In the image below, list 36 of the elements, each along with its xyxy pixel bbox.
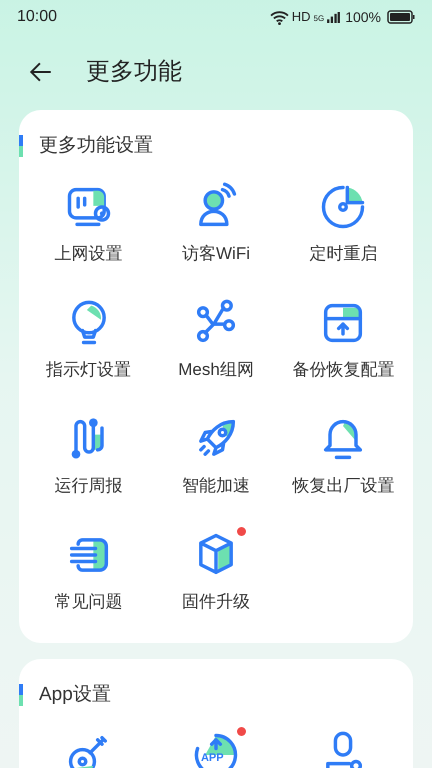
feature-label: 恢复出厂设置 [292, 474, 394, 496]
feature-label: 固件升级 [182, 590, 250, 612]
title-marker [19, 135, 23, 158]
feature-item[interactable]: Mesh组网 [152, 284, 280, 400]
feature-label: 指示灯设置 [46, 358, 132, 380]
feature-label: 访客WiFi [182, 242, 250, 264]
feature-label: 常见问题 [54, 590, 123, 612]
feature-label: 智能加速 [182, 474, 250, 496]
feature-item[interactable]: 指示灯设置 [25, 284, 152, 400]
feature-item[interactable]: APP [152, 717, 280, 768]
cellular-type: 5G [314, 12, 324, 24]
title-marker [19, 684, 23, 706]
feature-label: Mesh组网 [178, 358, 254, 380]
feature-item[interactable]: 备份恢复配置 [280, 284, 407, 400]
feature-item[interactable]: 智能加速 [152, 400, 280, 516]
feature-label: 备份恢复配置 [292, 358, 394, 380]
feature-item[interactable]: 固件升级 [152, 516, 280, 632]
feature-label: 运行周报 [54, 474, 123, 496]
section-title: App设置 [39, 682, 111, 706]
feature-label: 定时重启 [309, 242, 378, 264]
icon-caption: APP [200, 753, 224, 764]
battery-percent: 100% [345, 8, 381, 26]
feature-item[interactable]: 上网设置 [25, 168, 152, 284]
status-time: 10:00 [17, 7, 58, 27]
wifi-icon [270, 10, 289, 24]
page-title: 更多功能 [86, 57, 182, 87]
network-type: HD [292, 8, 311, 26]
feature-item[interactable]: 运行周报 [25, 400, 152, 516]
signal-icon [327, 12, 340, 22]
feature-label: 上网设置 [54, 242, 123, 264]
feature-item[interactable]: 常见问题 [25, 516, 152, 632]
feature-item[interactable]: 访客WiFi [152, 168, 280, 284]
feature-item[interactable]: 定时重启 [280, 168, 407, 284]
section-title: 更多功能设置 [39, 134, 153, 158]
feature-item[interactable]: 恢复出厂设置 [280, 400, 407, 516]
battery-icon [387, 10, 415, 24]
